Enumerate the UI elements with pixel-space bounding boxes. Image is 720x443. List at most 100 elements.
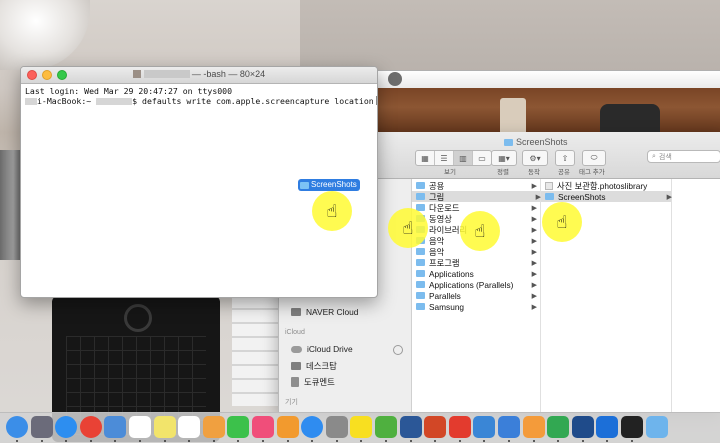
- onedrive-icon[interactable]: [596, 416, 619, 438]
- redacted-text: [25, 98, 37, 105]
- list-view-button[interactable]: ☰: [435, 151, 454, 165]
- hand-cursor-icon: ☝: [474, 221, 486, 241]
- arrange-button[interactable]: ▦▾: [491, 150, 517, 166]
- share-icon: ⇧: [561, 153, 569, 163]
- chevron-right-icon: ▶: [531, 204, 537, 212]
- dragged-folder[interactable]: ScreenShots: [298, 179, 360, 191]
- action-label: 동작: [528, 169, 540, 176]
- terminal-icon[interactable]: [621, 416, 643, 438]
- desktop-icon: [291, 362, 301, 370]
- folder-icon: [416, 248, 425, 255]
- numbers-icon[interactable]: [547, 416, 570, 438]
- sidebar-item-naver-cloud[interactable]: NAVER Cloud: [291, 307, 358, 317]
- itunes-icon[interactable]: [252, 416, 274, 438]
- chevron-right-icon: ▶: [666, 193, 672, 201]
- kakaotalk-icon[interactable]: [350, 416, 373, 438]
- safari-icon[interactable]: [55, 416, 78, 438]
- search-input[interactable]: ⌕ 검색: [647, 150, 720, 163]
- chevron-right-icon: ▶: [531, 248, 537, 256]
- calendar-icon[interactable]: [129, 416, 151, 438]
- sidebar-section-devices: 기기: [285, 399, 298, 406]
- progress-circle-icon: [393, 345, 403, 355]
- preview-icon[interactable]: [104, 416, 127, 438]
- action-button[interactable]: ⚙▾: [522, 150, 548, 166]
- list-item-selected[interactable]: ScreenShots ▶: [541, 191, 672, 202]
- folder-icon[interactable]: [645, 416, 668, 438]
- share-button[interactable]: ⇧: [555, 150, 575, 166]
- list-item[interactable]: 프로그램 ▶: [416, 257, 537, 268]
- ibooks-icon[interactable]: [276, 416, 299, 438]
- wallpaper-lamp: [0, 0, 90, 70]
- list-item[interactable]: Applications ▶: [416, 268, 537, 279]
- arrange-icon: ▦▾: [498, 153, 510, 163]
- parallels-icon[interactable]: [448, 416, 471, 438]
- cursor-highlight: ☝: [388, 208, 428, 248]
- powerpoint-icon[interactable]: [424, 416, 447, 438]
- pages-icon[interactable]: [522, 416, 545, 438]
- arrange-label: 정렬: [497, 169, 509, 176]
- xcode-icon[interactable]: [473, 416, 496, 438]
- list-item[interactable]: 사진 보관함.photoslibrary: [545, 180, 667, 191]
- photos-icon[interactable]: [202, 416, 225, 438]
- list-item[interactable]: 공용 ▶: [416, 180, 537, 191]
- tags-button[interactable]: ⬭: [582, 150, 606, 166]
- word-icon[interactable]: [399, 416, 422, 438]
- sidebar-item-icloud-drive[interactable]: iCloud Drive: [291, 344, 353, 354]
- redacted-username: [143, 70, 190, 78]
- text-cursor: [375, 96, 377, 105]
- evernote-icon[interactable]: [375, 416, 397, 438]
- hand-cursor-icon: ☝: [326, 201, 338, 221]
- chrome-icon[interactable]: [79, 416, 102, 438]
- hand-cursor-icon: ☝: [556, 212, 568, 232]
- photos-library-icon: [545, 181, 553, 190]
- folder-icon: [300, 181, 309, 189]
- folder-icon: [416, 303, 425, 310]
- chevron-right-icon: ▶: [531, 215, 537, 223]
- terminal-title: — -bash — 80×24: [21, 69, 377, 79]
- photoshop-icon[interactable]: [571, 416, 594, 438]
- system-preferences-icon[interactable]: [325, 416, 348, 438]
- cursor-highlight: ☝: [542, 202, 582, 242]
- chevron-right-icon: ▶: [531, 259, 537, 267]
- document-icon: [291, 377, 299, 387]
- wallpaper-shelf: [370, 88, 720, 136]
- terminal-titlebar: — -bash — 80×24: [21, 67, 377, 84]
- chevron-right-icon: ▶: [531, 182, 537, 190]
- hand-cursor-icon: ☝: [402, 218, 414, 238]
- chevron-right-icon: ▶: [531, 226, 537, 234]
- list-item[interactable]: Parallels ▶: [416, 290, 537, 301]
- finder-icon[interactable]: [6, 416, 28, 438]
- folder-icon: [545, 193, 554, 200]
- terminal-output[interactable]: Last login: Wed Mar 29 20:47:27 on ttys0…: [21, 84, 377, 108]
- search-placeholder: 검색: [658, 153, 672, 161]
- sidebar-item-label: iCloud Drive: [307, 344, 353, 354]
- terminal-window[interactable]: — -bash — 80×24 Last login: Wed Mar 29 2…: [20, 66, 378, 298]
- view-label: 보기: [444, 169, 456, 176]
- list-item[interactable]: Applications (Parallels) ▶: [416, 279, 537, 290]
- keynote-icon[interactable]: [498, 416, 520, 438]
- finder-title: ScreenShots: [504, 137, 568, 147]
- chevron-right-icon: ▶: [531, 237, 537, 245]
- launchpad-icon[interactable]: [30, 416, 53, 438]
- search-icon: ⌕: [652, 152, 656, 160]
- command-line: i-MacBook:~ $ defaults write com.apple.s…: [25, 96, 377, 106]
- view-mode-control[interactable]: ▦ ☰ ▥ ▭: [415, 150, 492, 166]
- list-item[interactable]: Samsung ▶: [416, 301, 537, 312]
- notes-icon[interactable]: [153, 416, 176, 438]
- facetime-icon[interactable]: [227, 416, 250, 438]
- home-icon: [132, 70, 141, 78]
- cursor-highlight: ☝: [460, 211, 500, 251]
- column-view-button[interactable]: ▥: [454, 151, 473, 165]
- wallpaper-monitor-bar: [370, 70, 720, 89]
- cursor-highlight: ☝: [312, 191, 352, 231]
- folder-icon: [416, 193, 425, 200]
- icon-view-button[interactable]: ▦: [416, 151, 435, 165]
- sidebar-item-documents[interactable]: 도큐멘트: [291, 376, 335, 388]
- reminders-icon[interactable]: [178, 416, 201, 438]
- appstore-icon[interactable]: [301, 416, 324, 438]
- gallery-view-button[interactable]: ▭: [473, 151, 491, 165]
- list-item-selected[interactable]: 그림 ▶: [412, 191, 541, 202]
- chevron-right-icon: ▶: [531, 292, 537, 300]
- sidebar-item-desktop[interactable]: 데스크탑: [291, 360, 337, 372]
- chevron-right-icon: ▶: [531, 303, 537, 311]
